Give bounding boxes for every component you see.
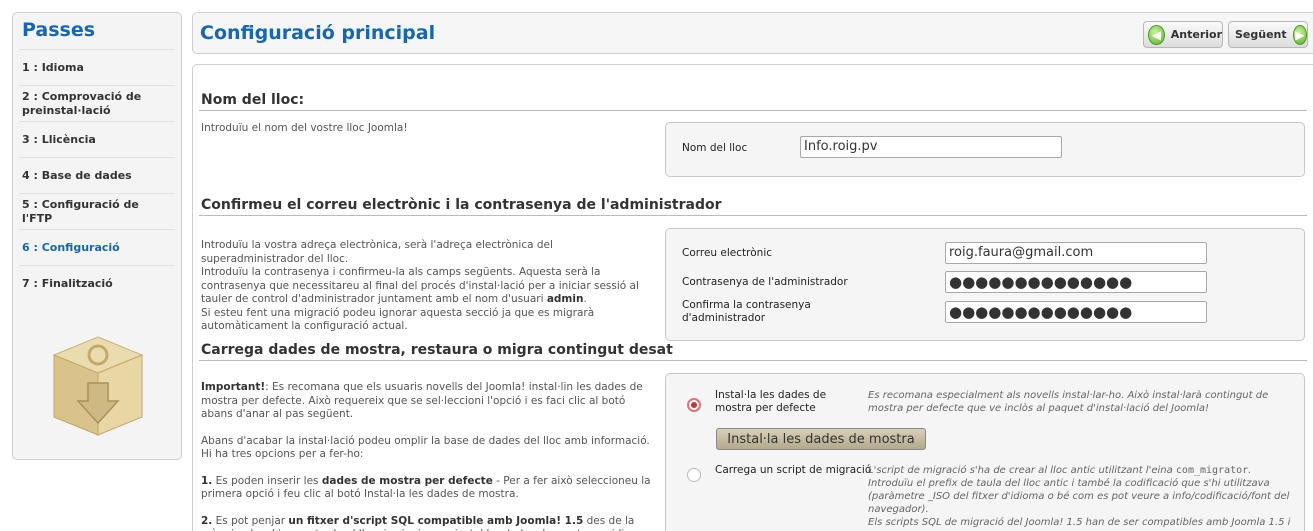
- previous-button-label: Anterior: [1170, 28, 1222, 41]
- step-language[interactable]: 1 : Idioma: [19, 49, 175, 85]
- site-name-input[interactable]: Info.roig.pv: [800, 136, 1062, 158]
- install-sample-radio[interactable]: [687, 398, 701, 412]
- migration-script-radio[interactable]: [687, 468, 701, 482]
- sample-data-box: Instal·la les dades de mostra per defect…: [665, 373, 1305, 531]
- admin-box: Correu electrònic roig.faura@gmail.com C…: [665, 228, 1305, 341]
- sample-options-intro: Abans d'acabar la instal·lació podeu omp…: [201, 434, 650, 461]
- step-ftp[interactable]: 5 : Configuració de l'FTP: [19, 193, 175, 229]
- migration-script-label: Carrega un script de migració: [715, 464, 872, 476]
- step-preinstall-check[interactable]: 2 : Comprovació de preinstal·lació: [19, 85, 175, 121]
- sample-important-paragraph: Important!: Es recomana que els usuaris …: [201, 381, 643, 420]
- section-divider: [199, 360, 1307, 361]
- site-name-label: Nom del lloc: [682, 142, 748, 154]
- admin-desc-email: Introduïu la vostra adreça electrònica, …: [201, 239, 553, 265]
- sidebar-title: Passes: [22, 19, 96, 41]
- previous-button[interactable]: ◀ Anterior: [1143, 21, 1223, 48]
- site-name-section-title: Nom del lloc:: [201, 92, 305, 108]
- admin-desc-password: Introduïu la contrasenya i confirmeu-la …: [201, 266, 639, 305]
- admin-section-title: Confirmeu el correu electrònic i la cont…: [201, 197, 722, 213]
- install-sample-label: Instal·la les dades de mostra per defect…: [715, 389, 827, 414]
- section-divider: [199, 215, 1307, 216]
- configuration-form: Nom del lloc: Introduïu el nom del vostr…: [192, 64, 1313, 531]
- page-title: Configuració principal: [200, 22, 436, 44]
- page-header: Configuració principal ◀ Anterior Següen…: [192, 12, 1313, 54]
- step-database[interactable]: 4 : Base de dades: [19, 157, 175, 193]
- next-button-label: Següent: [1235, 28, 1287, 41]
- confirm-password-label: Confirma la contrasenya d'administrador: [682, 299, 811, 324]
- sample-data-description: Important!: Es recomana que els usuaris …: [201, 381, 656, 531]
- step-configuration[interactable]: 6 : Configuració: [19, 229, 175, 265]
- install-box-icon: [52, 336, 144, 436]
- sample-option-1-text: 1. Es poden inserir les dades de mostra …: [201, 474, 651, 501]
- password-label: Contrasenya de l'administrador: [682, 276, 848, 288]
- arrow-right-icon: ▶: [1292, 24, 1307, 45]
- admin-desc-migration: Si esteu fent una migració podeu ignorar…: [201, 306, 595, 333]
- next-button[interactable]: Següent ▶: [1228, 21, 1308, 48]
- confirm-password-input[interactable]: ●●●●●●●●●●●●●●: [945, 301, 1207, 323]
- email-label: Correu electrònic: [682, 247, 773, 259]
- email-input[interactable]: roig.faura@gmail.com: [945, 242, 1207, 264]
- admin-description: Introduïu la vostra adreça electrònica, …: [201, 239, 656, 334]
- steps-sidebar: Passes 1 : Idioma 2 : Comprovació de pre…: [12, 12, 182, 460]
- section-divider: [199, 110, 1307, 111]
- password-input[interactable]: ●●●●●●●●●●●●●●: [945, 271, 1207, 293]
- site-name-box: Nom del lloc Info.roig.pv: [665, 122, 1305, 177]
- site-name-description: Introduïu el nom del vostre lloc Joomla!: [201, 122, 408, 134]
- install-sample-description: Es recomana especialment als novells ins…: [868, 390, 1269, 414]
- sample-data-section-title: Carrega dades de mostra, restaura o migr…: [201, 342, 673, 358]
- step-license[interactable]: 3 : Llicència: [19, 121, 175, 157]
- install-sample-data-button[interactable]: Instal·la les dades de mostra: [716, 428, 926, 450]
- migration-script-description: L'script de migració s'ha de crear al ll…: [868, 465, 1291, 528]
- sample-option-2-text: 2. Es pot penjar un fitxer d'script SQL …: [201, 514, 647, 531]
- arrow-left-icon: ◀: [1148, 24, 1165, 45]
- step-finish[interactable]: 7 : Finalització: [19, 265, 175, 301]
